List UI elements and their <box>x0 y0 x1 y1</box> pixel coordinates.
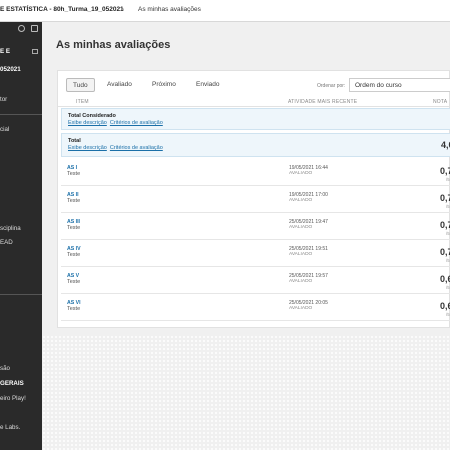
show-description-link[interactable]: Exibe descrição <box>68 145 107 151</box>
item-type: Teste <box>67 306 81 312</box>
course-sidebar: E E 052021 tor cial sciplina EAD são GER… <box>0 22 42 450</box>
item-grade-max: /5 <box>446 204 450 209</box>
item-grade[interactable]: 0,7 <box>440 166 450 176</box>
sort-select[interactable]: Ordem do curso <box>349 78 450 92</box>
sidebar-item-ead[interactable]: EAD <box>0 239 13 246</box>
item-grade[interactable]: 0,6 <box>440 301 450 311</box>
tab-enviado[interactable]: Enviado <box>196 78 220 92</box>
activity-status: AVALIADO <box>289 279 313 284</box>
item-grade-max: /5 <box>446 312 450 317</box>
summary-title: Total Considerado <box>68 113 116 119</box>
table-row: AS V Teste 25/05/2021 19:57 AVALIADO 0,6… <box>61 268 450 294</box>
column-header-activity[interactable]: Atividade mais recente <box>288 99 357 105</box>
folder-icon[interactable] <box>31 25 38 32</box>
breadcrumb-bar: E ESTATÍSTICA - 80h_Turma_19_052021 › As… <box>0 0 450 22</box>
item-grade[interactable]: 0,6 <box>440 274 450 284</box>
sidebar-divider <box>0 294 42 295</box>
sidebar-item-sessao[interactable]: são <box>0 365 10 372</box>
home-icon[interactable] <box>32 49 38 54</box>
breadcrumb-separator: › <box>122 6 125 13</box>
refresh-icon[interactable] <box>18 25 25 32</box>
tab-proximo[interactable]: Próximo <box>152 78 176 92</box>
sidebar-item-play[interactable]: eiro Play! <box>0 395 26 402</box>
item-grade-max: /5 <box>446 285 450 290</box>
summary-title: Total <box>68 138 81 144</box>
table-row: AS III Teste 25/05/2021 19:47 AVALIADO 0… <box>61 214 450 240</box>
grades-panel: Tudo Avaliado Próximo Enviado Ordenar po… <box>57 70 450 328</box>
tab-avaliado[interactable]: Avaliado <box>107 78 132 92</box>
item-grade-max: /5 <box>446 231 450 236</box>
table-row: AS IV Teste 25/05/2021 19:51 AVALIADO 0,… <box>61 241 450 267</box>
sidebar-item-disciplina[interactable]: sciplina <box>0 225 21 232</box>
table-row: AS I Teste 19/05/2021 16:44 AVALIADO 0,7… <box>61 160 450 186</box>
item-grade-max: /5 <box>446 177 450 182</box>
breadcrumb-course-link[interactable]: E ESTATÍSTICA - 80h_Turma_19_052021 <box>0 6 124 13</box>
show-description-link[interactable]: Exibe descrição <box>68 120 107 126</box>
table-row: AS VI Teste 25/05/2021 20:05 AVALIADO 0,… <box>61 295 450 321</box>
table-row: AS II Teste 19/05/2021 17:00 AVALIADO 0,… <box>61 187 450 213</box>
item-type: Teste <box>67 171 81 177</box>
summary-row: Total Considerado Exibe descrição Critér… <box>61 108 450 130</box>
column-header-grade[interactable]: Nota <box>433 99 447 105</box>
item-grade[interactable]: 0,7 <box>440 193 450 203</box>
summary-grade: 4,0 <box>441 140 450 150</box>
summary-links: Exibe descrição Critérios de avaliação <box>68 145 163 151</box>
item-type: Teste <box>67 252 81 258</box>
tab-tudo[interactable]: Tudo <box>66 78 95 92</box>
sidebar-course-code: 052021 <box>0 66 21 73</box>
activity-status: AVALIADO <box>289 225 313 230</box>
sidebar-toolbar <box>0 22 42 36</box>
page-title: As minhas avaliações <box>56 39 171 51</box>
activity-status: AVALIADO <box>289 171 313 176</box>
item-grade[interactable]: 0,7 <box>440 247 450 257</box>
header-divider <box>58 106 450 107</box>
activity-status: AVALIADO <box>289 306 313 311</box>
sidebar-item-labs[interactable]: e Labs. <box>0 424 20 431</box>
column-header-item[interactable]: Item <box>76 99 89 105</box>
sidebar-course-title[interactable]: E E <box>0 48 10 55</box>
item-type: Teste <box>67 198 81 204</box>
item-grade-max: /5 <box>446 258 450 263</box>
sidebar-item-social[interactable]: cial <box>0 126 9 133</box>
item-type: Teste <box>67 279 81 285</box>
background-pattern <box>42 335 450 450</box>
activity-status: AVALIADO <box>289 252 313 257</box>
sidebar-divider <box>0 114 42 115</box>
summary-links: Exibe descrição Critérios de avaliação <box>68 120 163 126</box>
item-grade[interactable]: 0,7 <box>440 220 450 230</box>
activity-status: AVALIADO <box>289 198 313 203</box>
sidebar-item-tutor[interactable]: tor <box>0 96 7 103</box>
grading-criteria-link[interactable]: Critérios de avaliação <box>110 145 163 151</box>
sidebar-item-gerais[interactable]: GERAIS <box>0 380 24 387</box>
sort-label: Ordenar por: <box>317 83 346 89</box>
breadcrumb-current-page: As minhas avaliações <box>138 6 201 13</box>
grading-criteria-link[interactable]: Critérios de avaliação <box>110 120 163 126</box>
summary-row: Total Exibe descrição Critérios de avali… <box>61 133 450 157</box>
item-type: Teste <box>67 225 81 231</box>
